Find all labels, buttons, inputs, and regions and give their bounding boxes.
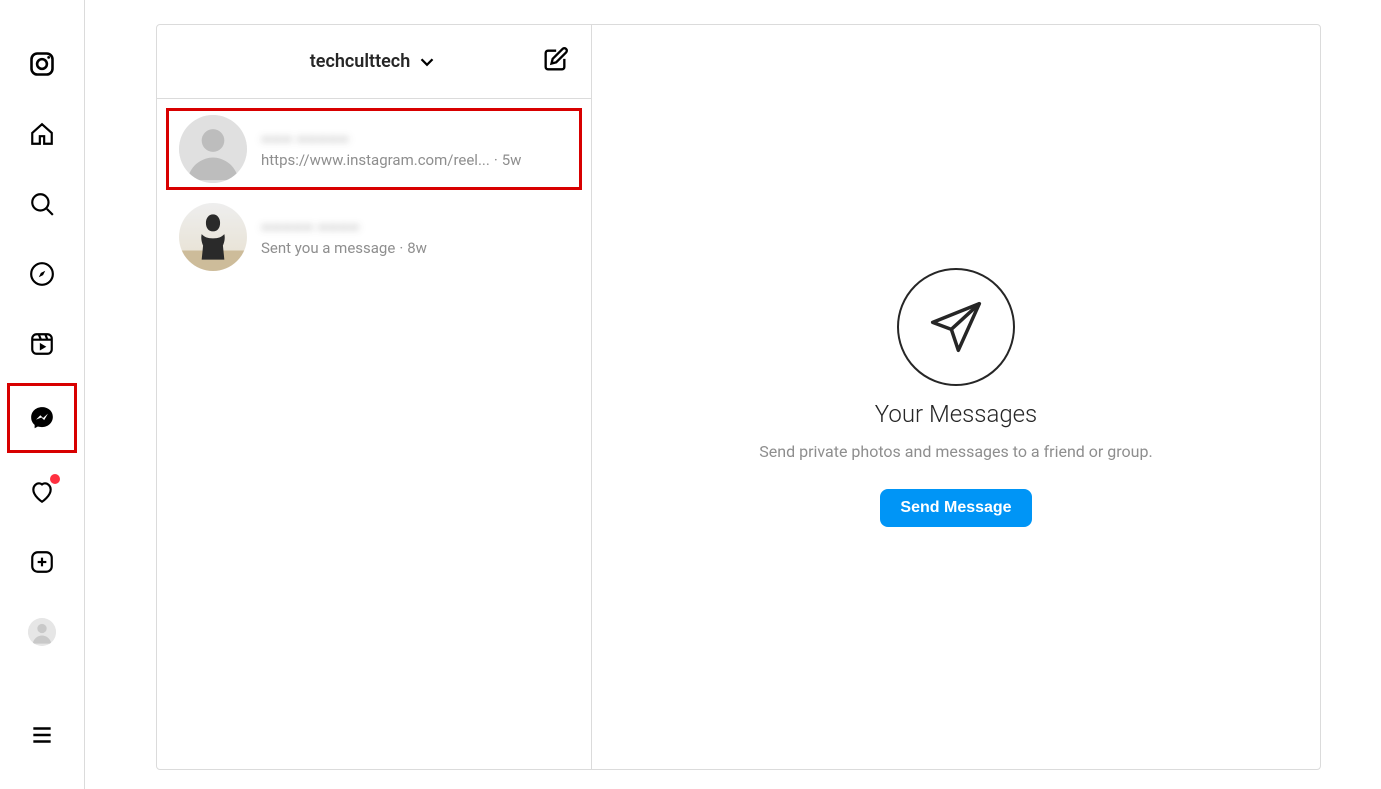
thread-preview: Sent you a message bbox=[261, 239, 395, 257]
thread-time: 5w bbox=[502, 151, 522, 169]
nav-rail bbox=[0, 0, 85, 789]
messages-icon[interactable] bbox=[14, 390, 70, 446]
instagram-logo-icon[interactable] bbox=[18, 40, 66, 88]
account-switcher[interactable]: techculttech bbox=[310, 51, 439, 73]
profile-avatar[interactable] bbox=[18, 608, 66, 656]
dm-thread-list: techculttech bbox=[157, 25, 592, 769]
notifications-heart-icon[interactable] bbox=[18, 468, 66, 516]
compose-new-message-button[interactable] bbox=[541, 46, 569, 78]
thread-body: ––––– –––– Sent you a message · 8w bbox=[261, 218, 569, 257]
explore-compass-icon[interactable] bbox=[18, 250, 66, 298]
thread-user-name: ––– ––––– bbox=[261, 130, 569, 149]
dot-separator: · bbox=[494, 151, 498, 169]
paper-plane-circle-icon bbox=[897, 268, 1015, 386]
thread-preview: https://www.instagram.com/reel... bbox=[261, 151, 490, 169]
chevron-down-icon bbox=[416, 51, 438, 73]
dm-thread[interactable]: ––– ––––– https://www.instagram.com/reel… bbox=[163, 105, 585, 193]
dm-panel: techculttech bbox=[156, 24, 1321, 770]
create-plus-icon[interactable] bbox=[18, 538, 66, 586]
more-menu-icon[interactable] bbox=[18, 711, 66, 759]
thread-time: 8w bbox=[407, 239, 427, 257]
search-icon[interactable] bbox=[18, 180, 66, 228]
account-name: techculttech bbox=[310, 51, 411, 72]
thread-body: ––– ––––– https://www.instagram.com/reel… bbox=[261, 130, 569, 169]
dot-separator: · bbox=[399, 239, 403, 257]
notification-badge bbox=[50, 474, 60, 484]
dm-threads-container: ––– ––––– https://www.instagram.com/reel… bbox=[157, 99, 591, 769]
dm-header: techculttech bbox=[157, 25, 591, 99]
reels-icon[interactable] bbox=[18, 320, 66, 368]
avatar-silhouette-icon bbox=[179, 203, 247, 271]
home-icon[interactable] bbox=[18, 110, 66, 158]
dm-thread[interactable]: ––––– –––– Sent you a message · 8w bbox=[157, 193, 591, 281]
thread-user-name: ––––– –––– bbox=[261, 218, 569, 237]
send-message-button[interactable]: Send Message bbox=[880, 489, 1031, 527]
dm-empty-state: Your Messages Send private photos and me… bbox=[592, 25, 1320, 769]
empty-subtitle: Send private photos and messages to a fr… bbox=[759, 442, 1152, 461]
avatar-placeholder-icon bbox=[179, 115, 247, 183]
empty-title: Your Messages bbox=[875, 400, 1037, 428]
